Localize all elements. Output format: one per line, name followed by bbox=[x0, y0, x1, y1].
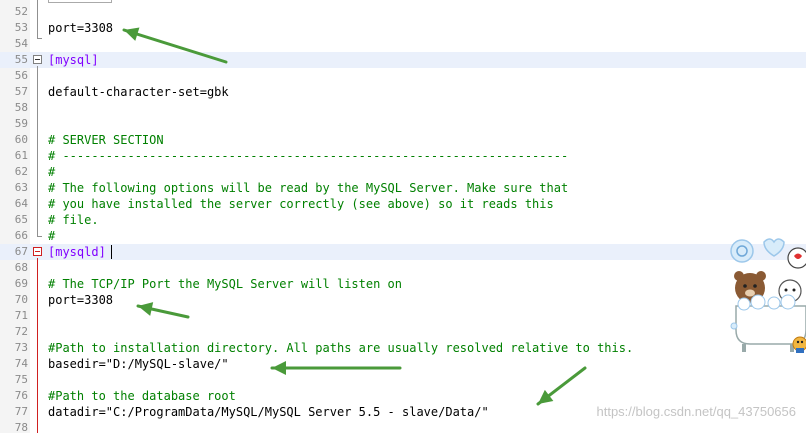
annotation-arrowhead bbox=[538, 389, 554, 404]
annotation-arrowhead bbox=[272, 361, 286, 375]
code-editor[interactable]: 52 53 port=3308 54 55 [mysql] 56 57 default-char… bbox=[0, 0, 806, 434]
bear-bath-sticker-icon bbox=[730, 238, 806, 353]
annotation-arrowhead bbox=[138, 302, 154, 316]
annotation-arrows bbox=[122, 27, 587, 406]
watermark-url: https://blog.csdn.net/qq_43750656 bbox=[596, 404, 797, 419]
annotation-arrow bbox=[122, 28, 228, 64]
